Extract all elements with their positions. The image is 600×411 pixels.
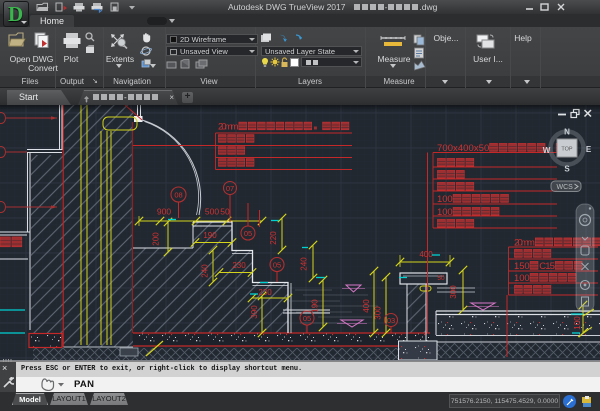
svg-text:100: 100 bbox=[437, 194, 453, 205]
svg-text:100: 100 bbox=[573, 316, 582, 330]
svg-text:190: 190 bbox=[203, 231, 217, 240]
svg-text:190: 190 bbox=[311, 299, 320, 313]
svg-text:N: N bbox=[564, 128, 570, 137]
svg-text:50: 50 bbox=[220, 207, 230, 217]
svg-text:05: 05 bbox=[244, 229, 252, 238]
svg-text:W: W bbox=[543, 146, 551, 155]
svg-text:200: 200 bbox=[152, 232, 161, 246]
svg-text:300: 300 bbox=[449, 285, 458, 299]
svg-text:05: 05 bbox=[303, 314, 311, 323]
svg-text:E: E bbox=[586, 145, 592, 154]
svg-text:50: 50 bbox=[437, 275, 445, 282]
svg-text:230: 230 bbox=[232, 261, 246, 270]
svg-text:400: 400 bbox=[419, 250, 433, 259]
svg-text:03: 03 bbox=[387, 316, 395, 325]
svg-text:150: 150 bbox=[514, 261, 530, 272]
svg-text:WCS: WCS bbox=[557, 184, 574, 191]
svg-text:05: 05 bbox=[273, 260, 281, 269]
svg-text:C15: C15 bbox=[539, 261, 555, 272]
svg-text:220: 220 bbox=[269, 231, 278, 245]
svg-text:390: 390 bbox=[250, 305, 259, 319]
svg-text:S: S bbox=[564, 165, 570, 174]
svg-text:08: 08 bbox=[174, 190, 182, 199]
svg-text:900: 900 bbox=[157, 207, 171, 217]
svg-text:240: 240 bbox=[300, 257, 309, 271]
svg-text:400: 400 bbox=[362, 299, 371, 313]
svg-text:500: 500 bbox=[205, 207, 219, 217]
svg-text:100: 100 bbox=[514, 273, 530, 284]
svg-text:300: 300 bbox=[374, 306, 383, 320]
svg-text:240: 240 bbox=[201, 264, 210, 278]
svg-text:20mm: 20mm bbox=[218, 122, 239, 132]
svg-text:TOP: TOP bbox=[561, 147, 573, 153]
svg-text:07: 07 bbox=[226, 184, 234, 193]
